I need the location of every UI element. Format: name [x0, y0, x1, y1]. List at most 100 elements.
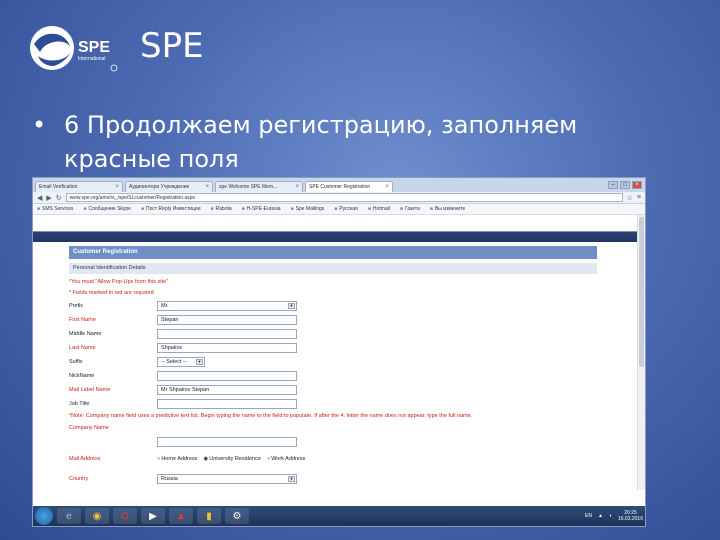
site-header-banner [33, 215, 645, 242]
suffix-row: Suffix -- Select -- ▼ [69, 355, 645, 369]
country-value: Russia [161, 476, 178, 482]
prefix-select[interactable]: Mr. ▼ [157, 301, 297, 311]
windows-taskbar: e ◉ O ▶ ▲ ▮ ⚙ EN ▲ ◖ 20:25 16.03.2016 [33, 506, 645, 526]
bookmark-item[interactable]: SMS Services [37, 206, 73, 212]
close-tab-icon[interactable]: × [295, 184, 299, 190]
opera-icon[interactable]: O [113, 508, 137, 524]
clock[interactable]: 20:25 16.03.2016 [618, 510, 643, 522]
suffix-label: Suffix [69, 359, 83, 365]
subsection-title: Personal Identification Details [69, 263, 597, 274]
first-name-field[interactable]: Stepan [157, 315, 297, 325]
back-icon[interactable]: ◀ [37, 194, 42, 202]
logo-subtext: International [78, 56, 106, 62]
job-title-row: Job Title [69, 397, 645, 411]
pdf-icon[interactable]: ▲ [169, 508, 193, 524]
last-name-field[interactable]: Shpakov [157, 343, 297, 353]
bookmark-item[interactable]: Пост Reply Инвестиции [141, 206, 201, 212]
middle-name-field[interactable] [157, 329, 297, 339]
bookmark-item[interactable]: Hotmail [368, 206, 390, 212]
tab-label: spe Welcome SPE Mem... [219, 184, 278, 190]
suffix-select[interactable]: -- Select -- ▼ [157, 357, 205, 367]
bookmark-item[interactable]: Сообщение Skype [83, 206, 131, 212]
bookmark-item[interactable]: Газета [400, 206, 420, 212]
section-title: Customer Registration [69, 246, 597, 259]
first-name-row: First Name Stepan [69, 313, 645, 327]
tab-label: Email Verification [39, 184, 78, 190]
bookmark-item[interactable]: Русская [334, 206, 358, 212]
browser-screenshot: Email Verification × Aудиоинтерн Учрежден… [32, 177, 646, 527]
tab-label: SPE Customer Registration [309, 184, 371, 190]
bookmark-item[interactable]: Rabota [211, 206, 232, 212]
browser-tab-active[interactable]: SPE Customer Registration × [305, 181, 393, 192]
close-window-icon[interactable]: × [632, 181, 642, 189]
company-name-row: Company Name [69, 421, 645, 435]
forward-icon[interactable]: ▶ [46, 194, 51, 202]
clock-date: 16.03.2016 [617, 516, 643, 522]
browser-tab[interactable]: spe Welcome SPE Mem... × [215, 181, 303, 192]
bullet-marker: • [32, 111, 47, 139]
middle-name-label: Middle Name [69, 331, 102, 337]
nickname-field[interactable] [157, 371, 297, 381]
country-select[interactable]: Russia ▼ [157, 474, 297, 484]
bookmarks-bar: SMS Services Сообщение Skype Пост Reply … [33, 204, 645, 215]
address-radio-group: Home Address University Residence Work A… [157, 456, 305, 462]
chrome-icon[interactable]: ◉ [85, 508, 109, 524]
browser-tab[interactable]: Aудиоинтерн Учреждение × [125, 181, 213, 192]
close-tab-icon[interactable]: × [385, 184, 389, 190]
work-address-radio[interactable]: Work Address [267, 456, 305, 462]
settings-icon[interactable]: ⚙ [225, 508, 249, 524]
volume-icon[interactable]: ◖ [609, 513, 612, 519]
menu-icon[interactable]: ≡ [637, 194, 641, 201]
close-tab-icon[interactable]: × [115, 184, 119, 190]
job-title-field[interactable] [157, 399, 297, 409]
folder-icon[interactable]: ▮ [197, 508, 221, 524]
url-input[interactable]: www.spe.org/ams/rs_/spe/SLcustomer/Regis… [65, 193, 623, 202]
chevron-down-icon: ▼ [288, 303, 295, 309]
mail-label-name-row: Mail Label Name Mr Shpakov Stepan [69, 383, 645, 397]
address-bar: ◀ ▶ ↻ www.spe.org/ams/rs_/spe/SLcustomer… [33, 192, 645, 204]
suffix-value: -- Select -- [161, 359, 187, 365]
first-name-label: First Name [69, 317, 96, 323]
company-name-label: Company Name [69, 425, 109, 431]
network-icon[interactable]: ▲ [598, 513, 603, 519]
maximize-icon[interactable]: □ [620, 181, 630, 189]
close-tab-icon[interactable]: × [205, 184, 209, 190]
slide-bullet: • 6 Продолжаем регистрацию, заполняем кр… [32, 108, 672, 176]
reload-icon[interactable]: ↻ [56, 194, 62, 202]
nickname-row: NickName [69, 369, 645, 383]
university-residence-radio[interactable]: University Residence [203, 456, 261, 462]
nickname-label: NickName [69, 373, 95, 379]
country-row: Country Russia ▼ [69, 472, 645, 486]
ie-icon[interactable]: e [57, 508, 81, 524]
logo-text: SPE [78, 39, 110, 56]
bullet-text: 6 Продолжаем регистрацию, заполняем крас… [64, 111, 578, 173]
tab-label: Aудиоинтерн Учреждение [129, 184, 190, 190]
minimize-icon[interactable]: – [608, 181, 618, 189]
media-icon[interactable]: ▶ [141, 508, 165, 524]
mail-label-name-label: Mail Label Name [69, 387, 111, 393]
home-address-radio[interactable]: Home Address [157, 456, 197, 462]
prefix-value: Mr. [161, 303, 169, 309]
job-title-label: Job Title [69, 401, 90, 407]
mail-address-row: Mail Address Home Address University Res… [69, 452, 645, 466]
mail-address-label: Mail Address [69, 456, 101, 462]
slide-title: SPE [140, 26, 204, 66]
country-label: Country [69, 476, 89, 482]
company-name-field[interactable] [157, 437, 297, 447]
bookmark-item[interactable]: H-SPE-Eurasia [242, 206, 281, 212]
spe-logo: SPE International [28, 22, 120, 74]
language-indicator[interactable]: EN [585, 513, 592, 519]
bookmark-item[interactable]: Вы измените [430, 206, 465, 212]
last-name-row: Last Name Shpakov [69, 341, 645, 355]
bookmark-item[interactable]: Spe Mailings [291, 206, 325, 212]
star-icon[interactable]: ☆ [627, 194, 633, 202]
mail-label-name-field[interactable]: Mr Shpakov Stepan [157, 385, 297, 395]
chevron-down-icon: ▼ [288, 476, 295, 482]
start-button[interactable] [35, 507, 53, 525]
system-tray: EN ▲ ◖ 20:25 16.03.2016 [585, 510, 645, 522]
middle-name-row: Middle Name [69, 327, 645, 341]
prefix-label: Prefix [69, 303, 84, 309]
window-controls: – □ × [608, 181, 645, 189]
browser-tabbar: Email Verification × Aудиоинтерн Учрежден… [33, 178, 645, 192]
browser-tab[interactable]: Email Verification × [35, 181, 123, 192]
